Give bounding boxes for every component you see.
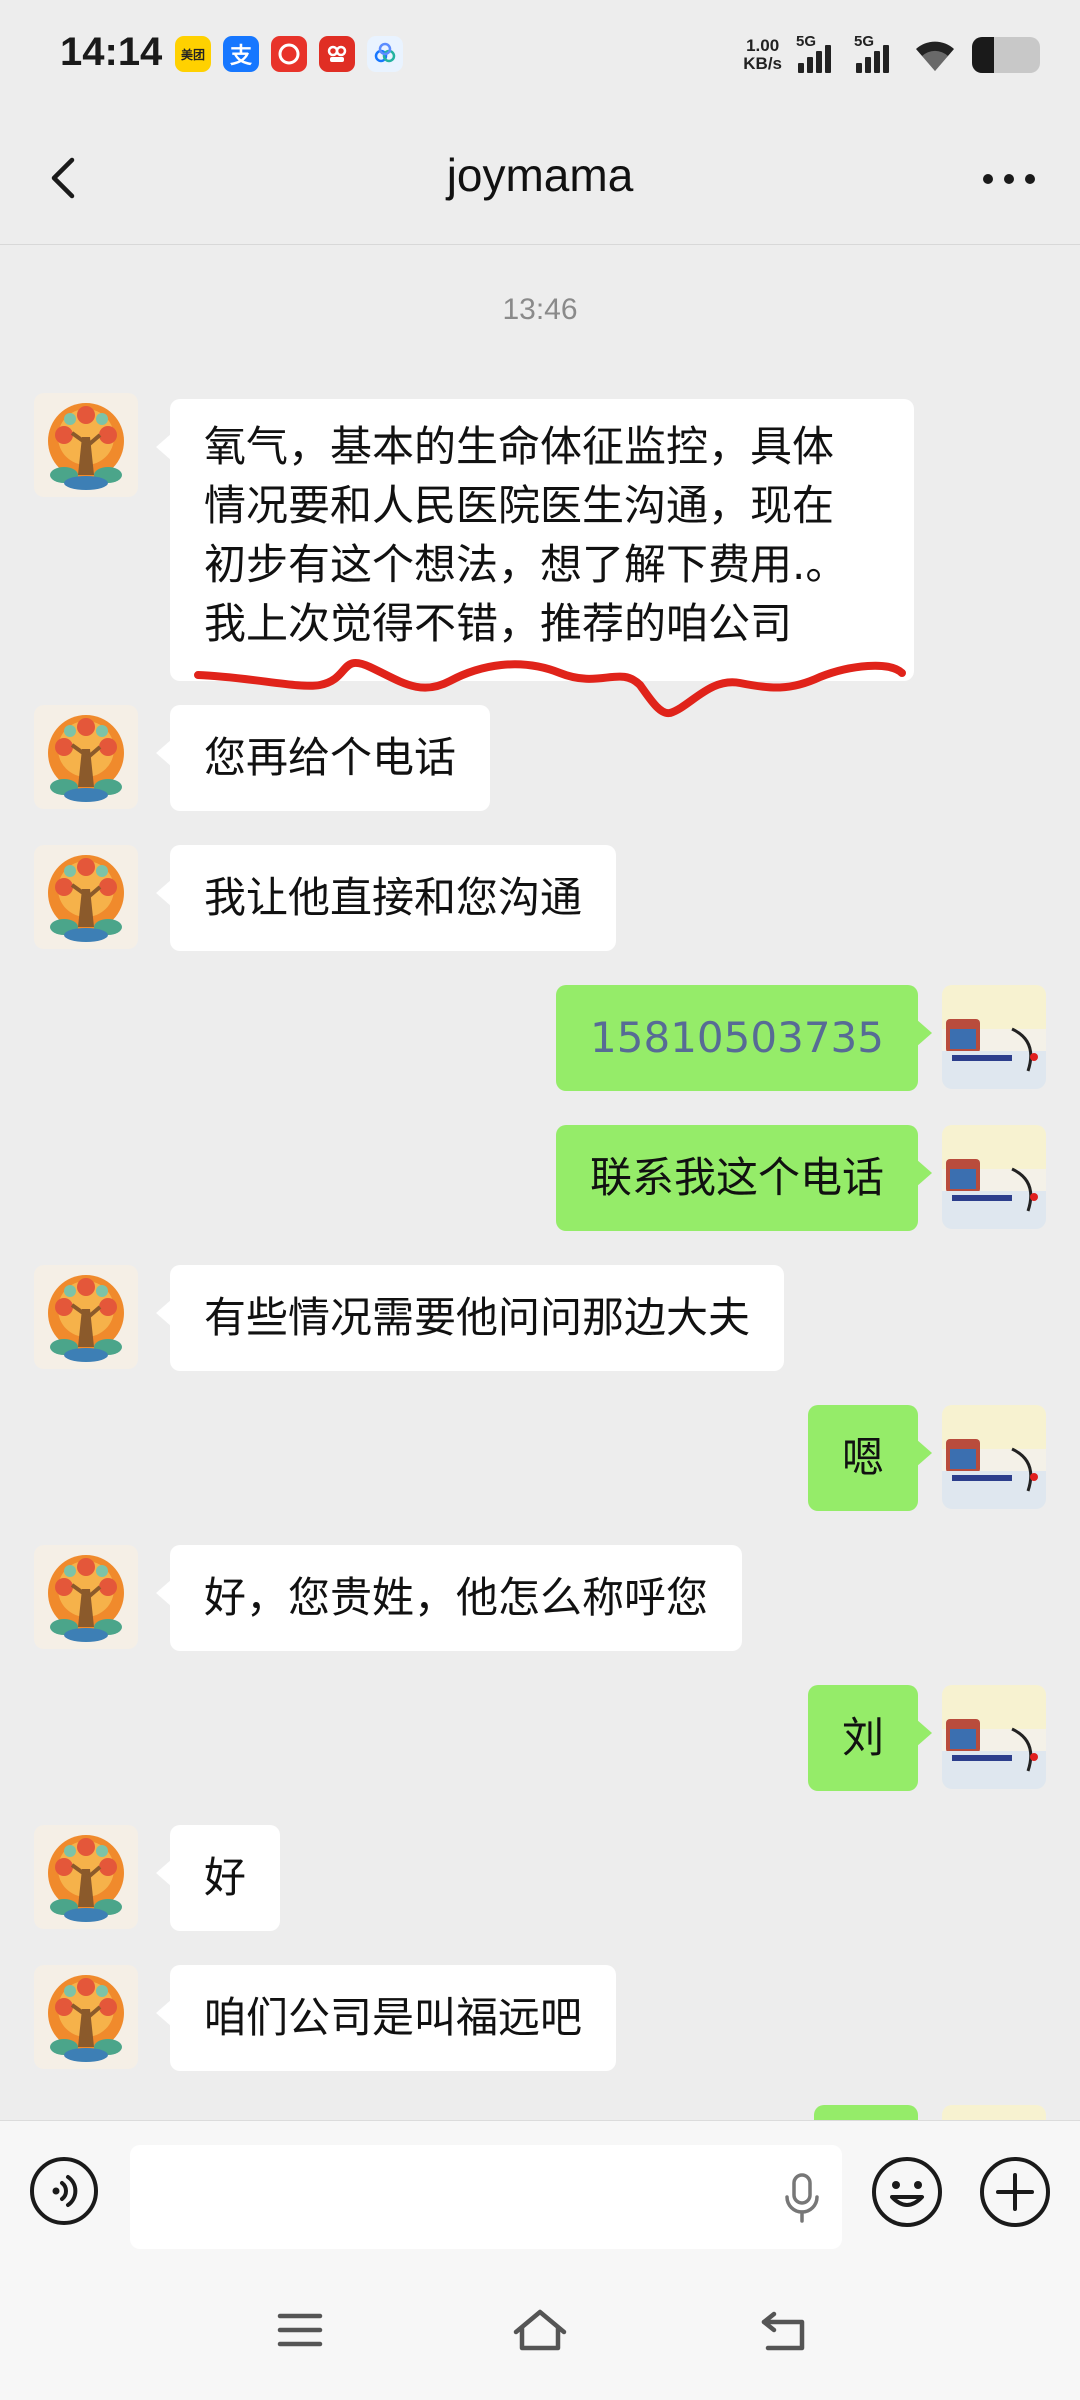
more-icon xyxy=(983,174,1035,184)
message-timestamp: 13:46 xyxy=(502,293,578,326)
message-bubble[interactable]: 好 xyxy=(155,1825,281,1931)
tree-avatar-icon xyxy=(34,1825,138,1929)
my-avatar-image-icon xyxy=(942,1405,1046,1509)
signal-icon: 5G xyxy=(854,33,898,75)
contact-avatar[interactable] xyxy=(34,1965,138,2069)
message-bubble[interactable]: 我让他直接和您沟通 xyxy=(155,845,617,951)
menu-nav-button[interactable] xyxy=(268,2304,332,2356)
network-speed: 1.00 KB/s xyxy=(743,37,782,73)
microphone-icon xyxy=(785,2173,819,2223)
message-input-bar xyxy=(0,2120,1080,2260)
message-line: 初步有这个想法，想了解下费用.。 xyxy=(204,540,848,589)
my-avatar[interactable] xyxy=(942,2105,1046,2120)
back-nav-button[interactable] xyxy=(752,2304,816,2356)
message-input-field[interactable] xyxy=(130,2145,842,2249)
message-bubble[interactable]: 咱们公司是叫福远吧 xyxy=(155,1965,617,2071)
home-icon xyxy=(513,2309,567,2351)
contact-avatar[interactable] xyxy=(34,393,138,497)
message-bubble-partial[interactable] xyxy=(814,2105,918,2120)
meituan-icon: 美团 xyxy=(175,36,211,72)
status-time: 14:14 xyxy=(60,30,163,74)
app-red-icon xyxy=(271,36,307,72)
tree-avatar-icon xyxy=(34,705,138,809)
chat-message-list[interactable]: 13:46 氧气，基本的生命体征监控，具体 情况要和人民医院医生沟通，现在 初步… xyxy=(0,245,1080,2120)
network-speed-unit: KB/s xyxy=(743,54,782,73)
my-avatar[interactable] xyxy=(942,1125,1046,1229)
tree-avatar-icon xyxy=(34,393,138,497)
contact-avatar[interactable] xyxy=(34,705,138,809)
tree-avatar-icon xyxy=(34,1965,138,2069)
tree-avatar-icon xyxy=(34,1545,138,1649)
my-avatar[interactable] xyxy=(942,1685,1046,1789)
tree-avatar-icon xyxy=(34,1265,138,1369)
plus-icon xyxy=(980,2157,1050,2227)
my-avatar[interactable] xyxy=(942,1405,1046,1509)
notification-icons: 美团 支 xyxy=(175,36,403,72)
tree-avatar-icon xyxy=(34,845,138,949)
return-icon xyxy=(761,2311,805,2351)
contact-avatar[interactable] xyxy=(34,845,138,949)
network-speed-value: 1.00 xyxy=(746,36,780,55)
emoji-icon xyxy=(872,2157,942,2227)
message-bubble[interactable]: 联系我这个电话 xyxy=(555,1125,933,1231)
alipay-icon: 支 xyxy=(223,36,259,72)
message-line: 我上次觉得不错，推荐的咱公司 xyxy=(204,599,793,648)
contact-avatar[interactable] xyxy=(34,1825,138,1929)
home-nav-button[interactable] xyxy=(508,2304,572,2356)
my-avatar-image-icon xyxy=(942,2105,1046,2120)
my-avatar-image-icon xyxy=(942,985,1046,1089)
message-bubble-phone-link[interactable]: 15810503735 xyxy=(556,985,932,1091)
message-line: 氧气，基本的生命体征监控，具体 xyxy=(204,422,835,471)
my-avatar-image-icon xyxy=(942,1685,1046,1789)
more-functions-button[interactable] xyxy=(978,2155,1052,2229)
more-options-button[interactable] xyxy=(974,154,1044,204)
my-avatar-image-icon xyxy=(942,1125,1046,1229)
chat-title: joymama xyxy=(446,149,634,201)
microphone-button[interactable] xyxy=(782,2171,822,2225)
pinduoduo-icon xyxy=(319,36,355,72)
message-bubble[interactable]: 嗯 xyxy=(807,1405,933,1511)
battery-icon xyxy=(972,37,1040,73)
signal-icon: 5G xyxy=(796,33,840,75)
menu-icon xyxy=(277,2313,323,2347)
message-bubble[interactable]: 有些情况需要他问问那边大夫 xyxy=(155,1265,785,1371)
wifi-icon xyxy=(916,41,954,71)
contact-avatar[interactable] xyxy=(34,1545,138,1649)
app-blue-icon xyxy=(367,36,403,72)
contact-avatar[interactable] xyxy=(34,1265,138,1369)
my-avatar[interactable] xyxy=(942,985,1046,1089)
chat-header: joymama xyxy=(0,110,1080,245)
system-navigation-bar xyxy=(0,2260,1080,2400)
status-bar: 14:14 美团 支 1.00 KB/s 5G 5G xyxy=(0,0,1080,110)
message-line: 情况要和人民医院医生沟通，现在 xyxy=(204,481,835,530)
emoji-button[interactable] xyxy=(870,2155,944,2229)
message-bubble[interactable]: 刘 xyxy=(807,1685,933,1791)
voice-input-button[interactable] xyxy=(28,2155,100,2227)
message-bubble[interactable]: 您再给个电话 xyxy=(155,705,491,811)
message-bubble[interactable]: 好，您贵姓，他怎么称呼您 xyxy=(155,1545,743,1651)
message-bubble[interactable]: 氧气，基本的生命体征监控，具体 情况要和人民医院医生沟通，现在 初步有这个想法，… xyxy=(156,399,914,681)
voice-icon xyxy=(30,2157,98,2225)
